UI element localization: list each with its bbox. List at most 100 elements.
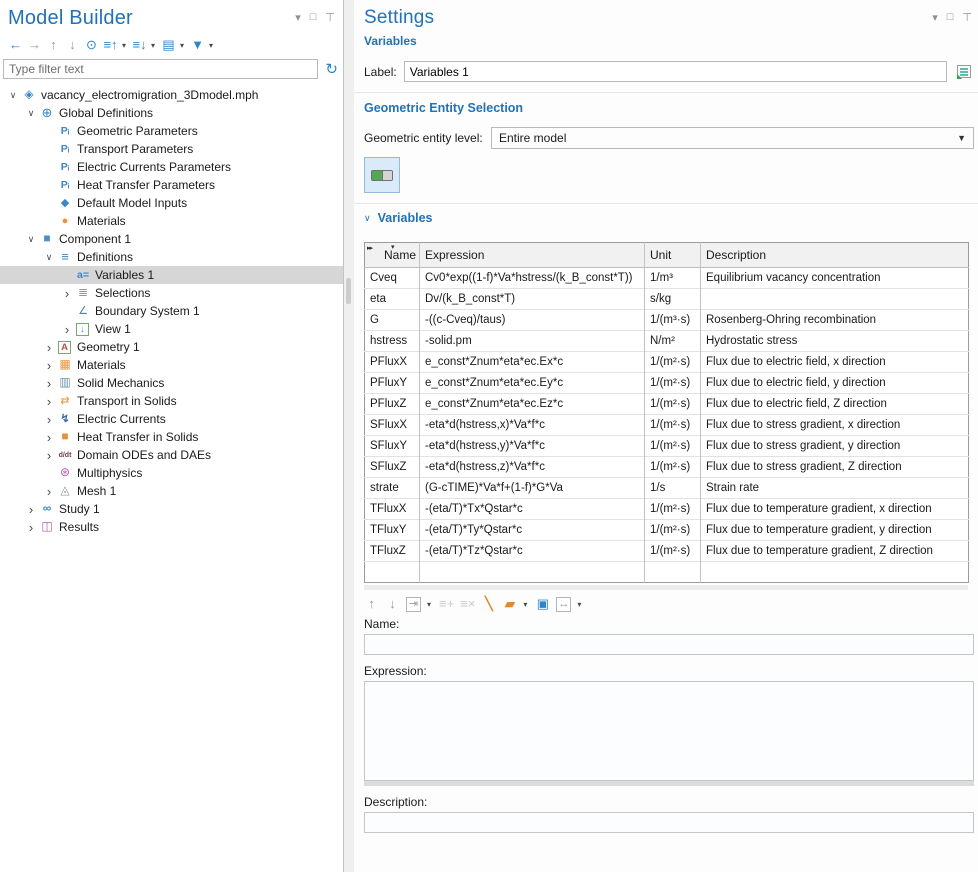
cell-unit[interactable]: 1/(m²·s) <box>645 499 701 520</box>
cell-unit[interactable]: 1/(m³·s) <box>645 310 701 331</box>
collapse-icon[interactable]: ∨ <box>42 252 56 262</box>
cell-expression[interactable]: -(eta/T)*Tz*Qstar*c <box>420 541 645 562</box>
column-header-expression[interactable]: Expression <box>420 243 645 268</box>
expand-icon[interactable]: › <box>42 359 56 372</box>
panel-menu-icon[interactable]: ▾ <box>932 11 938 24</box>
refresh-icon[interactable]: ↻ <box>325 62 338 77</box>
label-input[interactable] <box>404 61 947 82</box>
cell-unit[interactable] <box>645 562 701 583</box>
cell-name[interactable]: SFluxY <box>365 436 420 457</box>
panel-menu-icon[interactable]: ▾ <box>295 11 301 24</box>
tree-item-global-definitions[interactable]: ∨Global Definitions <box>0 104 343 122</box>
tree-item-heat-transfer-in-solids[interactable]: ›Heat Transfer in Solids <box>0 428 343 446</box>
cell-unit[interactable]: 1/(m²·s) <box>645 436 701 457</box>
geometric-entity-level-select[interactable]: Entire model ▼ <box>491 127 974 149</box>
tree-item-selections[interactable]: ›Selections <box>0 284 343 302</box>
filter-input[interactable] <box>3 59 318 79</box>
collapse-icon[interactable]: ∨ <box>24 108 38 118</box>
active-toggle-button[interactable] <box>364 157 400 193</box>
move-down-icon[interactable]: ↓ <box>385 596 400 612</box>
tree-item-geometry-1[interactable]: ›Geometry 1 <box>0 338 343 356</box>
tree-item-domain-odes-and-daes[interactable]: ›Domain ODEs and DAEs <box>0 446 343 464</box>
load-from-file-icon[interactable]: ▰ <box>502 596 517 612</box>
tree-item-component-1[interactable]: ∨Component 1 <box>0 230 343 248</box>
cell-description[interactable]: Flux due to stress gradient, x direction <box>701 415 969 436</box>
pin-panel-icon[interactable]: ⊤ <box>962 11 972 24</box>
filter-icon-dropdown[interactable]: ▾ <box>209 41 213 50</box>
cell-expression[interactable]: -eta*d(hstress,x)*Va*f*c <box>420 415 645 436</box>
rename-icon[interactable] <box>954 62 974 82</box>
cell-description[interactable] <box>701 562 969 583</box>
cell-name[interactable]: hstress <box>365 331 420 352</box>
tree-item-vacancy-electromigration-3dmodel-mph[interactable]: ∨vacancy_electromigration_3Dmodel.mph <box>0 86 343 104</box>
show-icon[interactable]: ⊙ <box>84 37 99 53</box>
cell-expression[interactable]: e_const*Znum*eta*ec.Ex*c <box>420 352 645 373</box>
move-to-icon[interactable]: ⇥ <box>406 597 421 612</box>
back-icon[interactable]: ← <box>8 37 23 53</box>
collapse-icon[interactable]: ∨ <box>24 234 38 244</box>
cell-expression[interactable]: (G-cTIME)*Va*f+(1-f)*G*Va <box>420 478 645 499</box>
tree-item-mesh-1[interactable]: ›Mesh 1 <box>0 482 343 500</box>
pin-panel-icon[interactable]: ⊤ <box>325 11 335 24</box>
move-down-icon[interactable]: ↓ <box>65 37 80 53</box>
expression-input[interactable] <box>364 681 974 781</box>
tree-item-definitions[interactable]: ∨Definitions <box>0 248 343 266</box>
expand-icon[interactable]: › <box>24 521 38 534</box>
expand-icon[interactable]: › <box>42 485 56 498</box>
column-header-name[interactable]: ▸▸▾Name <box>365 243 420 268</box>
expand-icon[interactable]: › <box>42 413 56 426</box>
tree-item-geometric-parameters[interactable]: Geometric Parameters <box>0 122 343 140</box>
column-width-icon-dropdown[interactable]: ▾ <box>577 600 581 609</box>
tree-item-transport-in-solids[interactable]: ›Transport in Solids <box>0 392 343 410</box>
cell-expression[interactable]: -solid.pm <box>420 331 645 352</box>
tree-item-transport-parameters[interactable]: Transport Parameters <box>0 140 343 158</box>
expand-all-icon-dropdown[interactable]: ▾ <box>122 41 126 50</box>
expand-icon[interactable]: › <box>42 449 56 462</box>
cell-expression[interactable]: -(eta/T)*Tx*Qstar*c <box>420 499 645 520</box>
cell-name[interactable]: Cveq <box>365 268 420 289</box>
cell-description[interactable]: Strain rate <box>701 478 969 499</box>
cell-description[interactable]: Flux due to stress gradient, Z direction <box>701 457 969 478</box>
cell-expression[interactable]: Cv0*exp((1-f)*Va*hstress/(k_B_const*T)) <box>420 268 645 289</box>
cell-description[interactable]: Hydrostatic stress <box>701 331 969 352</box>
splitter-handle[interactable] <box>346 278 351 304</box>
tree-item-heat-transfer-parameters[interactable]: Heat Transfer Parameters <box>0 176 343 194</box>
cell-name[interactable]: SFluxZ <box>365 457 420 478</box>
cell-name[interactable]: TFluxZ <box>365 541 420 562</box>
cell-expression[interactable]: -(eta/T)*Ty*Qstar*c <box>420 520 645 541</box>
section-variables-header[interactable]: ∨ Variables <box>364 211 974 225</box>
collapse-icon[interactable]: ∨ <box>6 90 20 100</box>
collapse-all-icon[interactable]: ≡↓ <box>132 37 147 53</box>
cell-name[interactable]: TFluxY <box>365 520 420 541</box>
cell-expression[interactable]: e_const*Znum*eta*ec.Ez*c <box>420 394 645 415</box>
expand-icon[interactable]: › <box>24 503 38 516</box>
cell-unit[interactable]: 1/(m²·s) <box>645 457 701 478</box>
tree-item-electric-currents-parameters[interactable]: Electric Currents Parameters <box>0 158 343 176</box>
cell-description[interactable]: Flux due to electric field, y direction <box>701 373 969 394</box>
collapse-section-icon[interactable]: ∨ <box>364 213 371 224</box>
cell-name[interactable]: strate <box>365 478 420 499</box>
cell-name[interactable]: eta <box>365 289 420 310</box>
cell-expression[interactable]: -eta*d(hstress,z)*Va*f*c <box>420 457 645 478</box>
cell-unit[interactable]: 1/m³ <box>645 268 701 289</box>
clear-table-icon[interactable]: ╲ <box>481 596 496 612</box>
cell-unit[interactable]: 1/(m²·s) <box>645 394 701 415</box>
cell-name[interactable] <box>365 562 420 583</box>
cell-name[interactable]: PFluxX <box>365 352 420 373</box>
cell-description[interactable]: Flux due to electric field, x direction <box>701 352 969 373</box>
cell-name[interactable]: PFluxZ <box>365 394 420 415</box>
node-text-icon-dropdown[interactable]: ▾ <box>180 41 184 50</box>
tree-item-view-1[interactable]: ›View 1 <box>0 320 343 338</box>
cell-expression[interactable]: -eta*d(hstress,y)*Va*f*c <box>420 436 645 457</box>
float-panel-icon[interactable]: □ <box>310 11 317 24</box>
show-columns-icon[interactable]: ▸▸ <box>367 244 372 252</box>
cell-expression[interactable]: e_const*Znum*eta*ec.Ey*c <box>420 373 645 394</box>
column-header-unit[interactable]: Unit <box>645 243 701 268</box>
cell-description[interactable]: Flux due to temperature gradient, y dire… <box>701 520 969 541</box>
cell-unit[interactable]: N/m² <box>645 331 701 352</box>
cell-description[interactable]: Flux due to stress gradient, y direction <box>701 436 969 457</box>
tree-item-default-model-inputs[interactable]: Default Model Inputs <box>0 194 343 212</box>
cell-name[interactable]: SFluxX <box>365 415 420 436</box>
cell-description[interactable]: Flux due to electric field, Z direction <box>701 394 969 415</box>
cell-name[interactable]: G <box>365 310 420 331</box>
